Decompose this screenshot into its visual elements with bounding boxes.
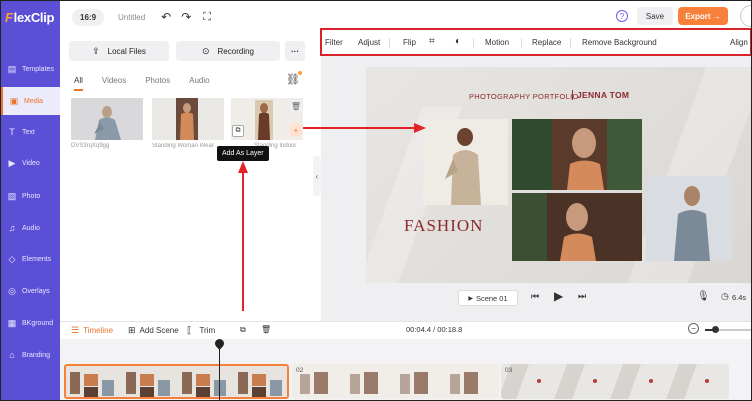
annotation-arrows — [238, 123, 426, 311]
annotation-arrowhead-up — [238, 161, 248, 173]
app-window: FlexClip ▤ Templates ▣ Media T Text ▶ Video … — [0, 0, 752, 401]
annotation-arrowhead-right — [414, 123, 426, 133]
